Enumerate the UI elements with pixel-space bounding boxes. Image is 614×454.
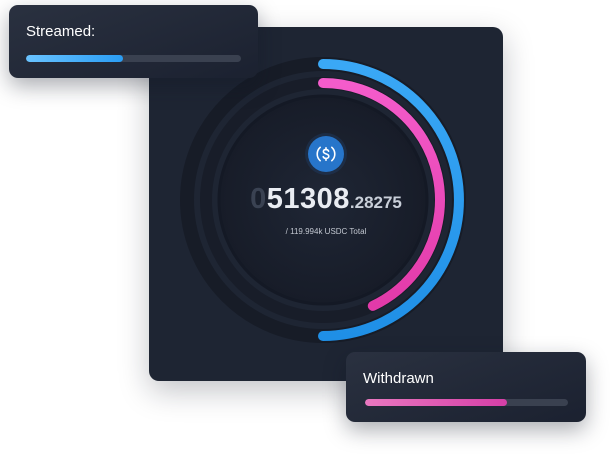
total-amount-label: / 119.994k USDC Total [285, 227, 367, 236]
withdrawn-progress-track [365, 399, 568, 406]
stream-progress-card: 051308.28275 / 119.994k USDC Total [149, 27, 503, 381]
amount-leading-digit: 0 [250, 183, 267, 215]
withdrawn-label: Withdrawn [363, 370, 434, 387]
streamed-panel: Streamed: [9, 5, 258, 78]
withdrawn-progress-fill [365, 399, 508, 406]
withdrawn-panel: Withdrawn [346, 352, 586, 422]
streamed-amount: 051308.28275 [149, 185, 503, 214]
amount-decimal: .28275 [349, 193, 402, 212]
amount-integer: 51308 [266, 183, 350, 215]
streamed-label: Streamed: [26, 23, 96, 40]
streamed-progress-fill [26, 55, 123, 62]
streamed-progress-track [26, 55, 241, 62]
stream-stage: 051308.28275 / 119.994k USDC Total Strea… [0, 0, 614, 454]
usdc-dollar-icon [316, 146, 336, 162]
usdc-token-icon [308, 136, 344, 172]
